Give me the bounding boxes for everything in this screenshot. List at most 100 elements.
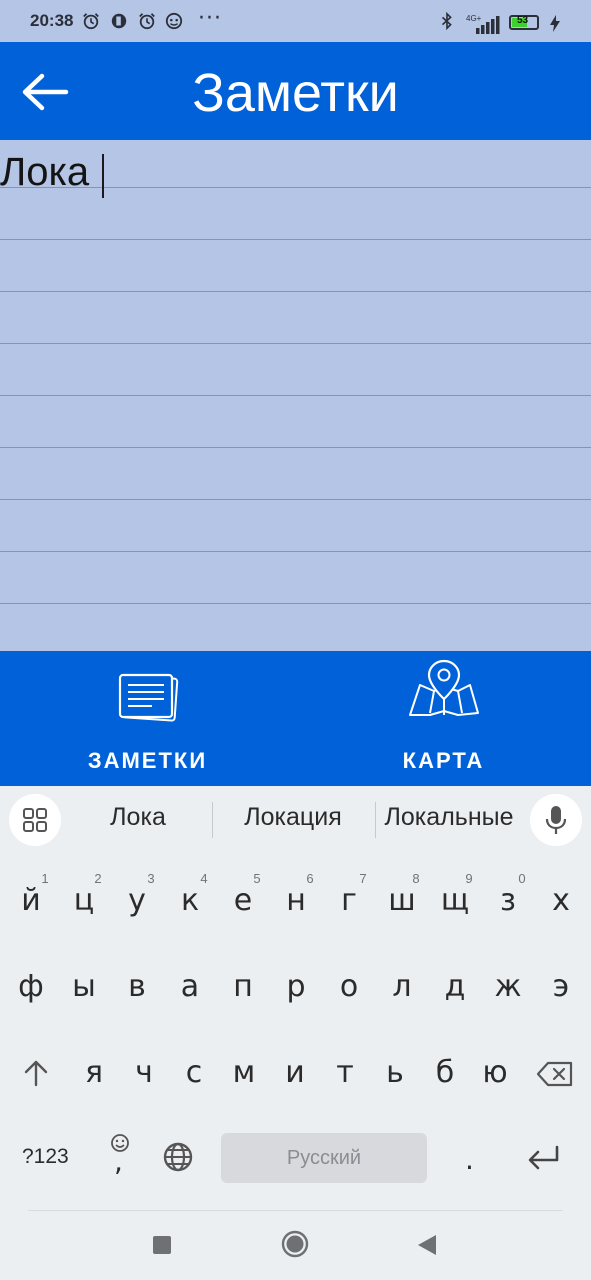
space-key[interactable]: Русский (221, 1133, 427, 1183)
rule-line (0, 395, 591, 396)
key[interactable]: 3у (110, 865, 164, 935)
map-icon (409, 659, 479, 716)
suggestion-item[interactable]: Лока (68, 803, 208, 832)
period-key[interactable]: . (465, 1143, 474, 1176)
key-label: п (233, 969, 253, 1004)
key[interactable]: 7г (322, 865, 376, 935)
on-screen-keyboard: 1й 2ц 3у 4к 5е 6н 7г 8ш 9щ 0з х ф ы в а … (0, 853, 591, 1210)
key-label: в (128, 969, 146, 1004)
key-label: с (185, 1055, 203, 1090)
key-label: щ (440, 883, 470, 918)
backspace-icon (536, 1061, 573, 1087)
key[interactable]: 8ш (375, 865, 429, 935)
key[interactable]: о (322, 951, 376, 1021)
face-icon (165, 12, 183, 30)
key-label: ю (482, 1055, 508, 1090)
keyboard-menu-button[interactable] (9, 794, 61, 846)
key[interactable]: б (418, 1037, 472, 1107)
key[interactable]: с (167, 1037, 221, 1107)
key[interactable]: 6н (269, 865, 323, 935)
note-text-area[interactable]: Лока (0, 140, 591, 651)
key[interactable]: в (110, 951, 164, 1021)
key[interactable]: д (428, 951, 482, 1021)
key[interactable]: э (534, 951, 588, 1021)
key-label: о (339, 969, 359, 1004)
rule-line (0, 291, 591, 292)
emoji-comma-key[interactable]: , (100, 1129, 140, 1185)
key-label: х (552, 883, 570, 918)
key[interactable]: и (268, 1037, 322, 1107)
nav-item-notes[interactable]: ЗАМЕТКИ (0, 651, 295, 786)
key[interactable]: ч (117, 1037, 171, 1107)
page-title: Заметки (192, 63, 399, 123)
voice-input-button[interactable] (530, 794, 582, 846)
shift-key[interactable] (8, 1037, 64, 1107)
signal-icon (476, 16, 500, 34)
key[interactable]: 0з (481, 865, 535, 935)
text-cursor (102, 154, 104, 198)
home-icon[interactable] (281, 1230, 309, 1258)
key[interactable]: 4к (163, 865, 217, 935)
key-label: з (500, 883, 516, 918)
key[interactable]: ю (468, 1037, 522, 1107)
globe-icon[interactable] (162, 1141, 194, 1173)
key-label: а (180, 969, 200, 1004)
note-text[interactable]: Лока (0, 150, 89, 195)
rule-line (0, 603, 591, 604)
key[interactable]: 5е (216, 865, 270, 935)
backspace-key[interactable] (527, 1037, 583, 1107)
key-label: л (392, 969, 412, 1004)
key-label: и (285, 1055, 305, 1090)
key[interactable]: т (318, 1037, 372, 1107)
suggestion-item[interactable]: Локация (218, 803, 368, 832)
key[interactable]: п (216, 951, 270, 1021)
suggestion-item[interactable]: Локальные (378, 803, 520, 832)
key[interactable]: л (375, 951, 429, 1021)
rule-line (0, 499, 591, 500)
key[interactable]: ь (368, 1037, 422, 1107)
key[interactable]: 1й (4, 865, 58, 935)
key[interactable]: а (163, 951, 217, 1021)
key[interactable]: 9щ (428, 865, 482, 935)
rule-line (0, 551, 591, 552)
nav-item-map[interactable]: КАРТА (296, 651, 591, 786)
key-label: н (286, 883, 306, 918)
key[interactable]: ы (57, 951, 111, 1021)
key-label: д (444, 969, 466, 1004)
key-label: ч (135, 1055, 153, 1090)
key[interactable]: ф (4, 951, 58, 1021)
key-label: е (233, 883, 253, 918)
microphone-icon (545, 806, 567, 834)
key-label: ж (494, 969, 522, 1004)
back-triangle-icon[interactable] (416, 1234, 438, 1256)
key-label: ь (386, 1055, 404, 1090)
key-label: г (341, 883, 357, 918)
key-label: ы (72, 969, 96, 1004)
key[interactable]: х (534, 865, 588, 935)
suggestion-divider (212, 802, 213, 838)
nav-label-map: КАРТА (402, 748, 485, 773)
recent-apps-icon[interactable] (152, 1235, 172, 1255)
key[interactable]: м (217, 1037, 271, 1107)
app-bar: Заметки (0, 42, 591, 140)
key-label: ц (73, 883, 95, 918)
key-label: к (180, 883, 200, 918)
symbols-key[interactable]: ?123 (22, 1145, 69, 1169)
status-bar: 20:38 ··· 4G+ 53 (0, 0, 591, 42)
key-label: ш (388, 883, 416, 918)
status-time: 20:38 (30, 11, 74, 30)
alarm-icon (83, 13, 99, 30)
key[interactable]: я (67, 1037, 121, 1107)
keyboard-suggestion-strip: Лока Локация Локальные (0, 786, 591, 853)
key-label: р (286, 969, 306, 1004)
nav-label-notes: ЗАМЕТКИ (87, 748, 208, 773)
key[interactable]: 2ц (57, 865, 111, 935)
key[interactable]: р (269, 951, 323, 1021)
key-label: т (336, 1055, 354, 1090)
enter-icon[interactable] (526, 1145, 560, 1171)
rule-line (0, 239, 591, 240)
app-notification-icon (111, 13, 127, 29)
key-label: м (232, 1055, 256, 1090)
more-notifications-icon: ··· (198, 6, 222, 31)
key[interactable]: ж (481, 951, 535, 1021)
